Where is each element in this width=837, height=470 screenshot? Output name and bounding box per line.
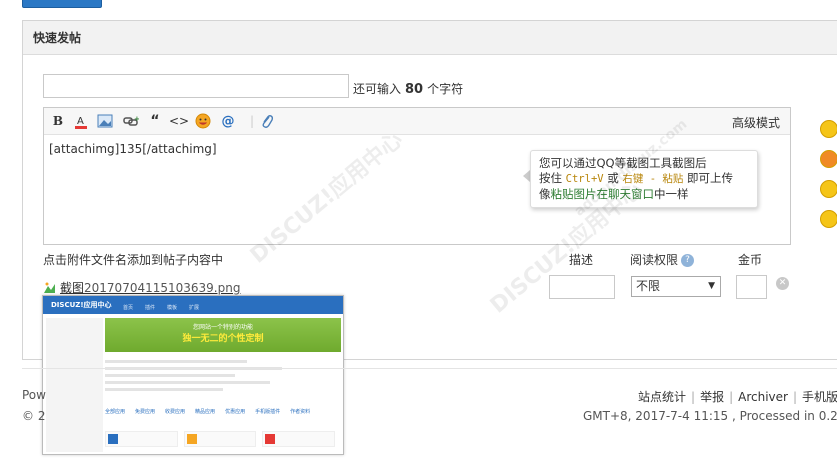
smile-icon[interactable] [820, 120, 837, 138]
font-color-icon[interactable]: A [73, 113, 89, 129]
file-name-link[interactable]: 截图20170704115103639.png [60, 279, 240, 296]
svg-text:+: + [134, 115, 139, 123]
tip-arrow [523, 170, 530, 182]
subject-input[interactable] [43, 74, 349, 98]
emoji-icon[interactable] [195, 113, 211, 129]
read-permission-select[interactable]: 不限 ▼ [631, 276, 721, 297]
preview-app [262, 431, 336, 447]
preview-tabs: 全部应用 免费应用 收费应用 精品应用 优惠应用 手机版插件 作者资料 [105, 409, 311, 415]
preview-app [183, 431, 257, 447]
code-icon[interactable]: <> [169, 113, 189, 129]
footer-link-report[interactable]: 举报 [700, 390, 724, 404]
help-icon[interactable]: ? [681, 254, 695, 267]
footer-divider [22, 368, 837, 369]
attachment-hint: 点击附件文件名添加到帖子内容中 [43, 253, 224, 267]
description-input[interactable] [549, 275, 615, 299]
attachment-file[interactable]: 截图20170704115103639.png [43, 279, 240, 296]
image-icon[interactable] [97, 113, 113, 129]
preview-header: DISCUZ!应用中心 首页 插件 模板 扩展 [43, 296, 343, 314]
preview-sidebar [46, 318, 103, 452]
attachment-preview: DISCUZ!应用中心 首页 插件 模板 扩展 您网站一个特别的功能 独一无二的个性定… [42, 295, 344, 455]
angry-icon[interactable] [820, 150, 837, 168]
panel-title: 快速发帖 [23, 21, 837, 55]
preview-apps [105, 431, 341, 449]
preview-text-lines [105, 360, 341, 395]
bold-icon[interactable]: B [50, 113, 66, 129]
copyright: © 2 [22, 409, 46, 423]
advanced-mode-link[interactable]: 高级模式 [732, 114, 780, 131]
svg-text:A: A [77, 116, 84, 127]
grin-icon[interactable] [820, 210, 837, 228]
footer-gmt: GMT+8, 2017-7-4 11:15 , Processed in 0.2… [583, 409, 837, 423]
perm-label: 阅读权限? [630, 251, 695, 268]
chevron-down-icon: ▼ [708, 281, 715, 291]
at-icon[interactable]: @ [220, 113, 236, 129]
toolbar-divider: | [249, 114, 255, 128]
coin-label: 金币 [738, 253, 763, 267]
attach-icon[interactable] [259, 113, 275, 129]
remaining-count: 80 [405, 82, 424, 97]
laugh-icon[interactable] [820, 180, 837, 198]
footer-link-mobile[interactable]: 手机版 [802, 390, 837, 404]
footer-link-stats[interactable]: 站点统计 [638, 390, 686, 404]
image-file-icon [43, 281, 56, 294]
link-icon[interactable]: + [123, 113, 139, 129]
top-blue-button[interactable] [22, 0, 102, 8]
preview-nav: 首页 插件 模板 扩展 [123, 305, 200, 311]
preview-app [105, 431, 178, 447]
preview-logo: DISCUZ!应用中心 [51, 301, 112, 309]
footer-link-archiver[interactable]: Archiver [738, 390, 788, 404]
smilies-bar [820, 120, 837, 240]
preview-banner: 您网站一个特别的功能 独一无二的个性定制 [105, 318, 341, 352]
powered-by: Pow [22, 388, 46, 402]
coin-input[interactable] [736, 275, 767, 299]
close-icon[interactable]: ✕ [776, 277, 789, 290]
remaining-chars: 还可输入 80 个字符 [353, 82, 464, 97]
quote-icon[interactable]: “ [147, 113, 163, 129]
footer-links: 站点统计 | 举报 | Archiver | 手机版 [638, 390, 837, 404]
